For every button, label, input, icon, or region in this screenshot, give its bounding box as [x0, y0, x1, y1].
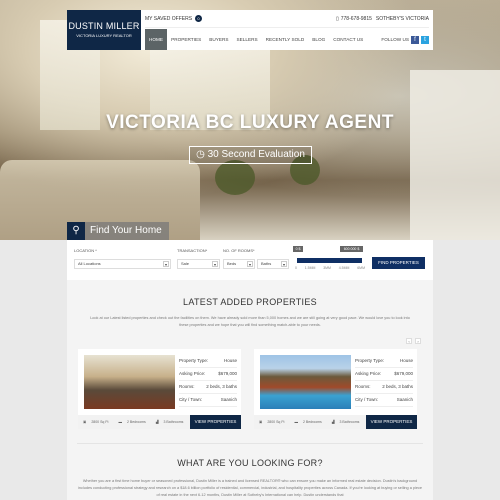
city-value: Saanich	[396, 397, 413, 402]
price-value: $679,000	[218, 371, 237, 376]
transaction-value: Sale	[181, 261, 190, 266]
bathrooms: 3 Bathrooms	[163, 420, 184, 424]
nav-blog[interactable]: BLOG	[308, 29, 329, 50]
area-icon: ▣	[83, 420, 87, 424]
price-value: $679,000	[394, 371, 413, 376]
nav-buyers[interactable]: BUYERS	[205, 29, 232, 50]
looking-title: WHAT ARE YOU LOOKING FOR?	[177, 458, 323, 468]
price-range-slider[interactable]	[297, 258, 362, 263]
nav-home[interactable]: HOME	[145, 29, 168, 50]
main-nav: HOME PROPERTIES BUYERS SELLERS RECENTLY …	[145, 29, 429, 50]
beds-select[interactable]: Beds ▾	[223, 259, 255, 269]
phone-icon: ▯	[335, 15, 339, 22]
evaluation-label: 30 Second Evaluation	[207, 149, 305, 160]
area-icon: ▣	[259, 420, 263, 424]
looking-description: Whether you are a first time home buyer …	[78, 479, 422, 497]
search-filter: LOCATION * All Locations ▾ TRANSACTION* S…	[67, 240, 433, 280]
price-label: Asking Price:	[179, 371, 206, 376]
property-image[interactable]	[260, 355, 351, 409]
bedrooms: 2 Bedrooms	[126, 420, 146, 424]
property-image[interactable]	[84, 355, 175, 409]
nav-sellers[interactable]: SELLERS	[232, 29, 261, 50]
property-card: Property Type: House Asking Price: $679,00…	[254, 349, 417, 429]
type-value: House	[223, 358, 237, 363]
logo-subtitle: VICTORIA LUXURY REALTOR	[76, 33, 132, 38]
prev-button[interactable]: ‹	[406, 338, 412, 344]
find-home-label: Find Your Home	[90, 225, 162, 236]
bed-icon: ▬	[118, 420, 122, 424]
bathrooms: 3 Bathrooms	[339, 420, 360, 424]
find-home-tab[interactable]: ⚲ Find Your Home	[67, 222, 169, 240]
bath-icon: ▟	[331, 420, 335, 424]
type-label: Property Type:	[355, 358, 385, 363]
nav-contact-us[interactable]: CONTACT US	[329, 29, 367, 50]
site-header: DUSTIN MILLER VICTORIA LUXURY REALTOR MY…	[67, 10, 433, 50]
baths-value: Baths	[261, 261, 272, 266]
hero-title: VICTORIA BC LUXURY AGENT	[106, 112, 394, 133]
nav-recently-sold[interactable]: RECENTLY SOLD	[262, 29, 309, 50]
sqft: 2800 Sq Ft	[91, 420, 109, 424]
brokerage: SOTHEBY'S VICTORIA	[375, 15, 429, 22]
follow-us-label: FOLLOW US	[381, 37, 409, 42]
chevron-down-icon: ▾	[247, 261, 253, 267]
tick-label: 6MM	[357, 266, 365, 270]
rooms-value: 2 beds, 3 baths	[382, 384, 413, 389]
city-value: Saanich	[220, 397, 237, 402]
evaluation-button[interactable]: ◷ 30 Second Evaluation	[189, 146, 312, 164]
latest-title: LATEST ADDED PROPERTIES	[183, 297, 317, 307]
saved-offers-link[interactable]: MY SAVED OFFERS	[145, 16, 192, 22]
location-value: All Locations	[78, 261, 101, 266]
price-label: Asking Price:	[355, 371, 382, 376]
search-icon: ⚲	[67, 222, 85, 240]
facebook-icon[interactable]: f	[411, 35, 419, 44]
chevron-down-icon: ▾	[163, 261, 169, 267]
twitter-icon[interactable]: t	[421, 35, 429, 44]
latest-description: Look at our Latest listed properties and…	[90, 316, 410, 327]
sqft: 2800 Sq Ft	[267, 420, 285, 424]
price-min-tooltip: 0 $	[293, 246, 303, 252]
beds-value: Beds	[227, 261, 237, 266]
find-properties-button[interactable]: FIND PROPERTIES	[372, 257, 425, 269]
nav-properties[interactable]: PROPERTIES	[167, 29, 205, 50]
tick-label: 4.5MM	[338, 266, 350, 270]
location-label: LOCATION *	[74, 248, 97, 253]
location-select[interactable]: All Locations ▾	[74, 259, 171, 269]
clock-icon: ◷	[196, 149, 205, 160]
chevron-down-icon: ▾	[212, 261, 218, 267]
rooms-label: NO. OF ROOMS*	[223, 248, 255, 253]
saved-count-badge: 0	[195, 15, 203, 22]
transaction-select[interactable]: Sale ▾	[177, 259, 220, 269]
tick-label: 0	[295, 266, 297, 270]
bed-icon: ▬	[294, 420, 298, 424]
property-card: Property Type: House Asking Price: $679,00…	[78, 349, 241, 429]
rooms-label: Rooms:	[355, 384, 371, 389]
view-properties-button[interactable]: VIEW PROPERTIES	[366, 415, 417, 429]
transaction-label: TRANSACTION*	[177, 248, 208, 253]
type-value: House	[399, 358, 413, 363]
phone-number[interactable]: 778-678-9815	[341, 16, 372, 22]
price-ticks: 0 1.5MM 3MM 4.5MM 6MM	[295, 266, 365, 270]
chevron-down-icon: ▾	[281, 261, 287, 267]
logo-name: DUSTIN MILLER	[68, 21, 140, 31]
type-label: Property Type:	[179, 358, 209, 363]
bath-icon: ▟	[155, 420, 159, 424]
price-max-tooltip: 600 000 $	[340, 246, 363, 252]
city-label: City / Town:	[355, 397, 379, 402]
next-button[interactable]: ›	[415, 338, 421, 344]
view-properties-button[interactable]: VIEW PROPERTIES	[190, 415, 241, 429]
bedrooms: 2 Bedrooms	[302, 420, 322, 424]
tick-label: 3MM	[323, 266, 331, 270]
rooms-value: 2 beds, 3 baths	[206, 384, 237, 389]
baths-select[interactable]: Baths ▾	[257, 259, 289, 269]
divider	[77, 443, 423, 444]
tick-label: 1.5MM	[304, 266, 316, 270]
logo[interactable]: DUSTIN MILLER VICTORIA LUXURY REALTOR	[67, 10, 141, 50]
rooms-label: Rooms:	[179, 384, 195, 389]
city-label: City / Town:	[179, 397, 203, 402]
